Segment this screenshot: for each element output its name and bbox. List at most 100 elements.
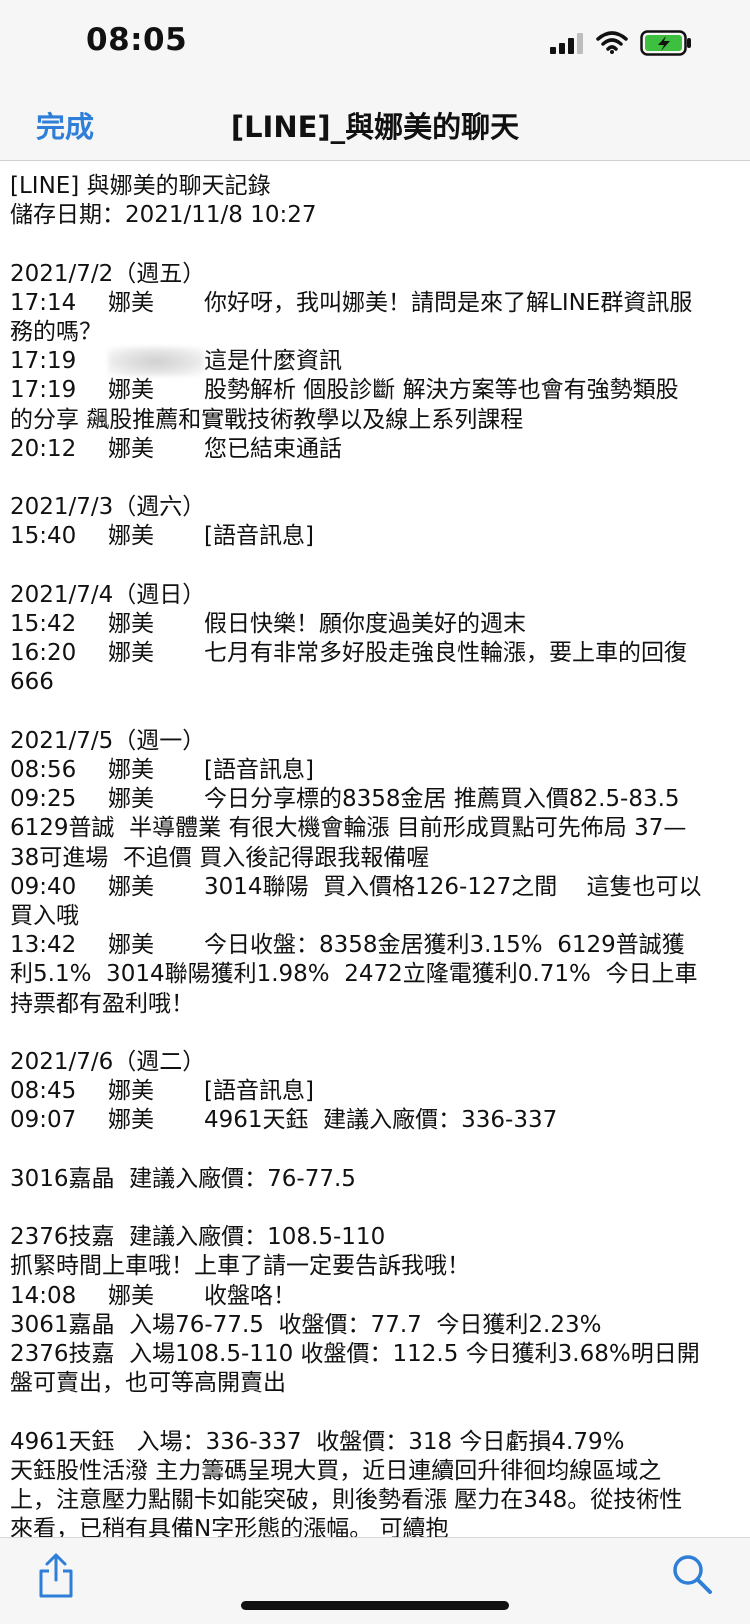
- message-sender: 娜美: [108, 377, 154, 404]
- share-icon[interactable]: [36, 1552, 76, 1600]
- message-continuation: 3016嘉晶 建議入廠價：76-77.5: [10, 1165, 356, 1192]
- status-time: 08:05: [86, 22, 188, 58]
- log-header: [LINE] 與娜美的聊天記錄: [10, 173, 271, 199]
- message-continuation: 持票都有盈利哦！: [10, 990, 194, 1017]
- message-sender: 娜美: [108, 932, 154, 959]
- message-continuation: 上，注意壓力點關卡如能突破，則後勢看漲 壓力在348。從技術性: [10, 1487, 683, 1514]
- status-icons: [550, 30, 692, 56]
- message-continuation: 3061嘉晶 入場76-77.5 收盤價：77.7 今日獲利2.23%: [10, 1311, 602, 1338]
- chat-message: 09:40 娜美 3014聯陽 買入價格126-127之間 這隻也可以: [10, 873, 738, 902]
- chat-message: 15:42 娜美 假日快樂！願你度過美好的週末: [10, 610, 738, 639]
- wifi-icon: [596, 31, 628, 54]
- search-icon[interactable]: [670, 1552, 714, 1596]
- chat-message: 14:08 娜美 收盤咯！: [10, 1282, 738, 1311]
- chat-message: 16:20 娜美 七月有非常多好股走強良性輪漲，要上車的回復: [10, 639, 738, 668]
- chat-message: 09:25 娜美 今日分享標的8358金居 推薦買入價82.5-83.5: [10, 785, 738, 814]
- message-time: 17:19: [10, 348, 77, 375]
- message-time: 14:08: [10, 1282, 77, 1309]
- chat-message: 13:42 娜美 今日收盤：8358金居獲利3.15% 6129普誠獲: [10, 931, 738, 960]
- status-bar: 08:05: [0, 0, 750, 90]
- chat-message: 08:56 娜美 [語音訊息]: [10, 756, 738, 785]
- message-text: 股勢解析 個股診斷 解決方案等也會有強勢類股: [204, 377, 679, 404]
- message-time: 09:07: [10, 1107, 77, 1134]
- chat-sections: 2021/7/2（週五） 17:14 娜美 你好呀，我叫娜美！請問是來了解LINE群資…: [10, 260, 738, 1537]
- message-continuation: 的分享 飆股推薦和實戰技術教學以及線上系列課程: [10, 406, 524, 433]
- chat-message: 17:19 娜美 股勢解析 個股診斷 解決方案等也會有強勢類股: [10, 376, 738, 405]
- message-time: 16:20: [10, 640, 77, 667]
- signal-icon: [550, 33, 583, 54]
- message-continuation: 務的嗎？: [10, 319, 102, 345]
- message-continuation: 6129普誠 半導體業 有很大機會輪漲 目前形成買點可先佈局 37—: [10, 815, 687, 842]
- message-text: [語音訊息]: [204, 523, 314, 550]
- chat-message: 20:12 娜美 您已結束通話: [10, 435, 738, 464]
- message-time: 17:19: [10, 377, 77, 404]
- message-time: 09:40: [10, 873, 77, 900]
- message-text: 今日收盤：8358金居獲利3.15% 6129普誠獲: [204, 932, 685, 959]
- message-sender: 娜美: [108, 523, 154, 550]
- message-text: [語音訊息]: [204, 1078, 314, 1105]
- chat-message: 09:07 娜美 4961天鈺 建議入廠價：336-337: [10, 1106, 738, 1135]
- message-time: 09:25: [10, 786, 77, 813]
- message-sender: 娜美: [108, 786, 154, 813]
- chat-message: 17:14 娜美 你好呀，我叫娜美！請問是來了解LINE群資訊服: [10, 289, 738, 318]
- chat-log-text: [LINE] 與娜美的聊天記錄 儲存日期：2021/11/8 10:27 202…: [10, 172, 738, 1537]
- bottom-toolbar: [0, 1537, 750, 1624]
- date-header: 2021/7/6（週二）: [10, 1049, 206, 1076]
- message-text: [語音訊息]: [204, 757, 314, 783]
- message-text: 假日快樂！願你度過美好的週末: [204, 611, 526, 637]
- date-header: 2021/7/3（週六）: [10, 494, 206, 521]
- message-text: 這是什麼資訊: [204, 348, 342, 375]
- date-header: 2021/7/5（週一）: [10, 727, 206, 754]
- message-text: 4961天鈺 建議入廠價：336-337: [204, 1107, 558, 1134]
- message-continuation: 2376技嘉 入場108.5-110 收盤價：112.5 今日獲利3.68%明日…: [10, 1341, 700, 1368]
- chat-message: 08:45 娜美 [語音訊息]: [10, 1077, 738, 1106]
- message-sender: 娜美: [108, 435, 154, 462]
- document-title: [LINE]_與娜美的聊天: [230, 110, 520, 144]
- save-date: 儲存日期：2021/11/8 10:27: [10, 202, 317, 229]
- message-time: 15:40: [10, 523, 77, 550]
- message-text: 3014聯陽 買入價格126-127之間 這隻也可以: [204, 873, 702, 900]
- message-continuation: 666: [10, 669, 54, 696]
- message-sender: 娜美: [108, 1282, 154, 1309]
- home-indicator: [241, 1601, 509, 1610]
- message-sender: 娜美: [108, 757, 154, 783]
- message-continuation: 抓緊時間上車哦！上車了請一定要告訴我哦！: [10, 1253, 470, 1280]
- message-time: 08:56: [10, 757, 77, 783]
- message-sender: 娜美: [108, 873, 154, 900]
- message-time: 15:42: [10, 611, 77, 637]
- message-text: 今日分享標的8358金居 推薦買入價82.5-83.5: [204, 786, 680, 813]
- chat-message: 17:19 這是什麼資訊: [10, 347, 738, 377]
- message-continuation: 2376技嘉 建議入廠價：108.5-110: [10, 1224, 386, 1251]
- date-header: 2021/7/2（週五）: [10, 260, 206, 287]
- message-text: 收盤咯！: [204, 1282, 296, 1309]
- message-continuation: 買入哦: [10, 903, 79, 930]
- navigation-bar: 完成 [LINE]_與娜美的聊天: [0, 90, 750, 161]
- message-text: 七月有非常多好股走強良性輪漲，要上車的回復: [204, 640, 687, 667]
- message-continuation: 利5.1% 3014聯陽獲利1.98% 2472立隆電獲利0.71% 今日上車: [10, 961, 698, 988]
- message-continuation: 盤可賣出，也可等高開賣出: [10, 1370, 286, 1397]
- message-text: 你好呀，我叫娜美！請問是來了解LINE群資訊服: [204, 289, 693, 316]
- message-continuation: 來看，已稍有具備N字形態的漲幅。 可續抱: [10, 1516, 449, 1537]
- message-time: 17:14: [10, 289, 77, 316]
- message-sender: 娜美: [108, 1107, 154, 1134]
- message-continuation: 4961天鈺 入場：336-337 收盤價：318 今日虧損4.79%: [10, 1428, 625, 1455]
- message-time: 20:12: [10, 435, 77, 462]
- date-header: 2021/7/4（週日）: [10, 581, 206, 608]
- message-time: 13:42: [10, 932, 77, 959]
- message-sender: 娜美: [108, 640, 154, 667]
- message-text: 您已結束通話: [204, 435, 342, 462]
- message-time: 08:45: [10, 1078, 77, 1105]
- chat-message: 15:40 娜美 [語音訊息]: [10, 522, 738, 551]
- message-sender: 娜美: [108, 1078, 154, 1105]
- message-continuation: 38可進場 不追價 買入後記得跟我報備喔: [10, 844, 430, 871]
- message-sender: 娜美: [108, 289, 154, 316]
- battery-charging-icon: [640, 30, 691, 56]
- message-sender: 娜美: [108, 611, 154, 637]
